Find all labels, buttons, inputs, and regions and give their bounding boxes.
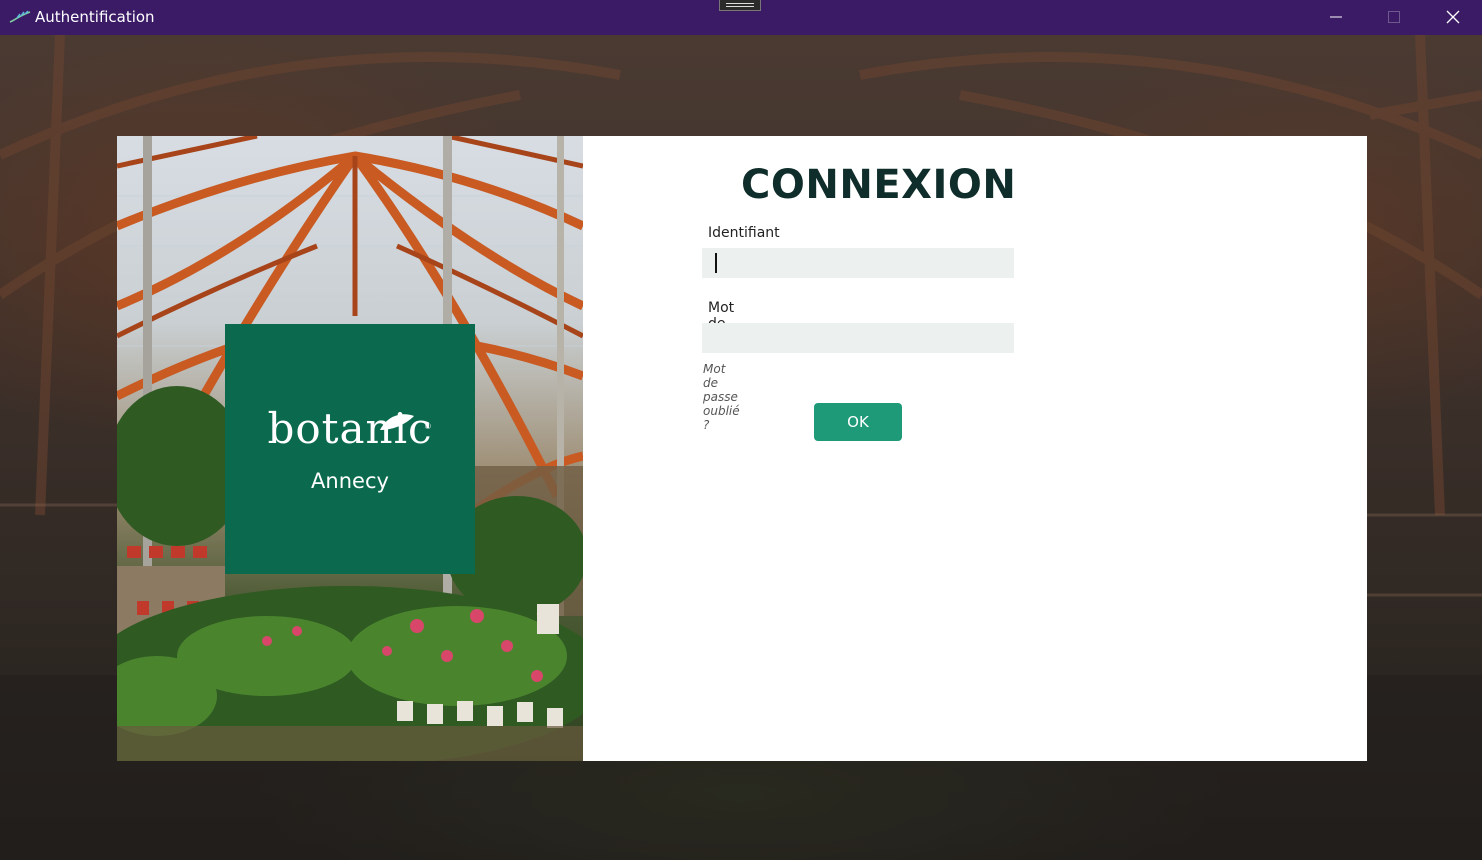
registered-mark: ® xyxy=(425,422,431,431)
forgot-password-link[interactable]: Mot de passe oublié ? xyxy=(703,362,740,432)
close-button[interactable] xyxy=(1424,0,1482,33)
ok-button[interactable]: OK xyxy=(814,403,902,441)
username-input[interactable] xyxy=(702,248,1014,278)
brand-location: Annecy xyxy=(311,469,389,493)
window-titlebar[interactable]: Authentification xyxy=(0,0,1482,35)
brand-name: botanic xyxy=(267,404,433,453)
maximize-button[interactable] xyxy=(1365,0,1423,33)
window-title: Authentification xyxy=(35,8,155,26)
minimize-button[interactable] xyxy=(1307,0,1365,33)
maximize-icon xyxy=(1388,11,1400,23)
leaf-icon xyxy=(380,414,414,430)
brand-logo: botanic ® Annecy xyxy=(225,324,475,574)
window-drag-handle[interactable] xyxy=(719,0,761,11)
text-cursor xyxy=(715,253,717,273)
greenhouse-photo: botanic ® Annecy xyxy=(117,136,583,761)
close-icon xyxy=(1446,10,1460,24)
leaf-logo-icon xyxy=(9,10,31,23)
password-input[interactable] xyxy=(702,323,1014,353)
username-label: Identifiant xyxy=(708,225,780,241)
minimize-icon xyxy=(1330,16,1342,18)
login-title: CONNEXION xyxy=(741,162,1017,208)
